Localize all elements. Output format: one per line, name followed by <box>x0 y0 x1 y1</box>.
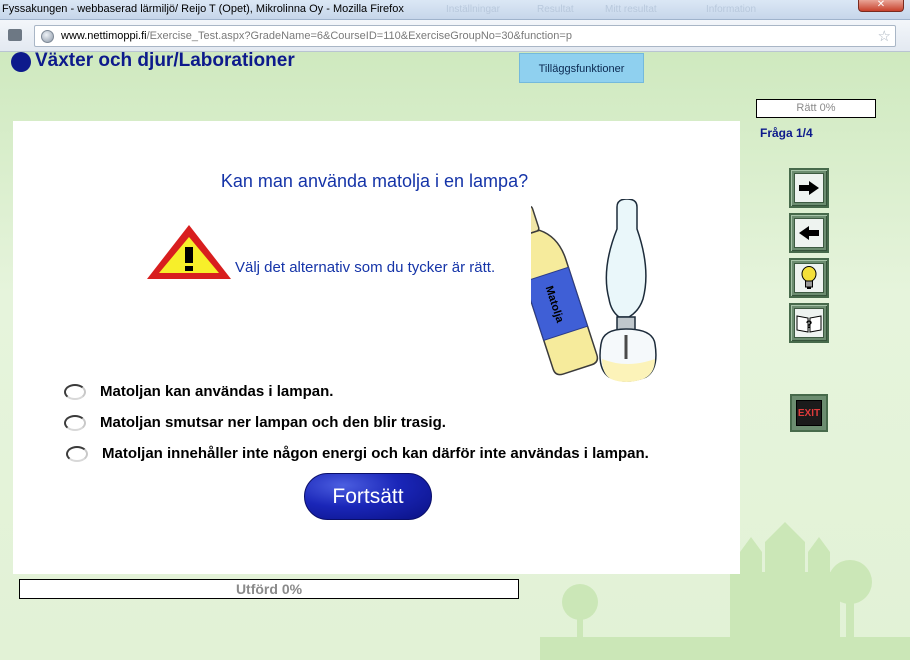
option-radio[interactable] <box>66 445 88 462</box>
answer-option[interactable]: Matoljan kan användas i lampan. <box>64 383 333 400</box>
exit-button[interactable]: EXIT <box>790 394 828 432</box>
window-close-button[interactable]: ✕ <box>858 0 904 12</box>
option-label[interactable]: Matoljan kan användas i lampan. <box>100 383 333 400</box>
window-title: Fyssakungen - webbaserad lärmiljö/ Reijo… <box>2 3 404 15</box>
progress-indicator: Utförd 0% <box>19 579 519 599</box>
faded-tab: Resultat <box>537 4 574 15</box>
oil-lamp-illustration: Matolja <box>531 199 657 382</box>
address-url: www.nettimoppi.fi/Exercise_Test.aspx?Gra… <box>61 30 572 42</box>
continue-button[interactable]: Fortsätt <box>304 473 432 520</box>
lightbulb-icon <box>801 266 817 289</box>
bookmark-star-icon[interactable]: ☆ <box>878 27 891 45</box>
page-title: Växter och djur/Laborationer <box>35 52 295 71</box>
option-label[interactable]: Matoljan innehåller inte någon energi oc… <box>102 445 649 462</box>
next-question-button[interactable] <box>789 168 829 208</box>
previous-question-button[interactable] <box>789 213 829 253</box>
warning-icon <box>147 225 231 279</box>
faded-tab: Information <box>706 4 757 15</box>
question-counter: Fråga 1/4 <box>760 126 813 140</box>
score-indicator: Rätt 0% <box>756 99 876 118</box>
bookmarks-icon[interactable] <box>8 29 22 41</box>
back-arrow-icon <box>799 226 819 240</box>
hint-button[interactable] <box>789 258 829 298</box>
answer-option[interactable]: Matoljan smutsar ner lampan och den blir… <box>64 414 446 431</box>
svg-text:?: ? <box>806 319 813 331</box>
option-radio[interactable] <box>64 383 86 400</box>
next-arrow-icon <box>799 181 819 195</box>
title-bullet-icon <box>11 52 31 72</box>
oil-lamp-icon <box>599 199 657 382</box>
extra-functions-button[interactable]: Tilläggsfunktioner <box>519 53 644 83</box>
option-radio[interactable] <box>64 414 86 431</box>
page-content: Växter och djur/Laborationer Tilläggsfun… <box>0 52 910 660</box>
help-book-icon: ? <box>796 315 822 333</box>
exit-icon: EXIT <box>797 407 821 419</box>
oil-bottle-icon: Matolja <box>531 205 599 376</box>
option-label[interactable]: Matoljan smutsar ner lampan och den blir… <box>100 414 446 431</box>
faded-tab: Inställningar <box>446 4 500 15</box>
question-text: Kan man använda matolja i en lampa? <box>220 171 529 191</box>
address-bar[interactable]: www.nettimoppi.fi/Exercise_Test.aspx?Gra… <box>34 25 896 47</box>
site-identity-icon[interactable] <box>41 30 54 43</box>
answer-option[interactable]: Matoljan innehåller inte någon energi oc… <box>66 445 649 462</box>
window-titlebar: Fyssakungen - webbaserad lärmiljö/ Reijo… <box>0 0 910 20</box>
help-button[interactable]: ? <box>789 303 829 343</box>
exercise-panel: Kan man använda matolja i en lampa? Välj… <box>13 121 740 574</box>
navigation-bar: www.nettimoppi.fi/Exercise_Test.aspx?Gra… <box>0 20 910 52</box>
faded-tab: Mitt resultat <box>605 4 657 15</box>
instruction-text: Välj det alternativ som du tycker är rät… <box>235 259 496 276</box>
